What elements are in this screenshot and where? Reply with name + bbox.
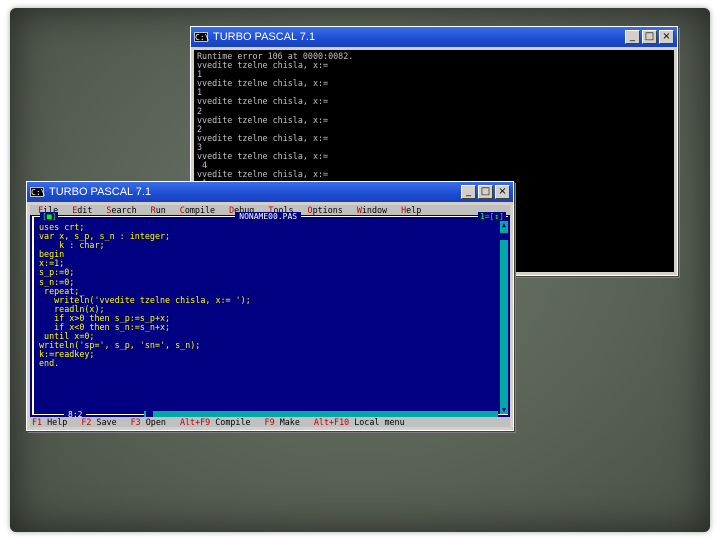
console-line: vvedite tzelne chisla, x:= — [197, 78, 329, 89]
editor-close-box[interactable]: [■] — [40, 211, 59, 221]
status-key: F9 — [264, 417, 275, 427]
ide-close-button[interactable]: × — [495, 185, 510, 199]
code-line[interactable]: end. — [39, 359, 498, 368]
ide-window-title: TURBO PASCAL 7.1 — [49, 186, 152, 198]
code-line[interactable]: var x, s_p, s_n : integer; — [39, 231, 498, 241]
console-app-icon: C:\ — [194, 32, 210, 42]
ide-minimize-button[interactable]: _ — [461, 185, 476, 199]
console-line: vvedite tzelne chisla, x:= — [197, 60, 329, 71]
code-line[interactable]: writeln('sp=', s_p, 'sn=', s_n); — [39, 341, 498, 350]
vertical-scroll-thumb[interactable] — [500, 233, 508, 240]
console-minimize-button[interactable]: _ — [625, 30, 640, 44]
status-label: Help — [47, 417, 68, 427]
console-titlebar[interactable]: C:\ TURBO PASCAL 7.1 _ □ × — [191, 27, 677, 47]
console-close-button[interactable]: × — [659, 30, 674, 44]
status-shortcut[interactable]: F3 Open — [131, 417, 166, 427]
status-shortcut[interactable]: Alt+F9 Compile — [180, 417, 251, 427]
ide-app-icon: C:\ — [30, 187, 46, 197]
status-shortcut[interactable]: F1 Help — [32, 417, 67, 427]
status-label: Make — [279, 417, 300, 427]
ide-window[interactable]: C:\ TURBO PASCAL 7.1 _ □ × File Edit Searc… — [26, 181, 514, 431]
code-line[interactable]: writeln('vvedite tzelne chisla, x:= '); — [39, 295, 498, 305]
editor-frame-top: [■] NONAME00.PAS 1=[↕] — [34, 211, 508, 221]
code-line[interactable]: s_p:=0; — [39, 268, 498, 277]
ide-body: File Edit Search Run Compile Debug Tools Option… — [30, 205, 510, 427]
console-maximize-button[interactable]: □ — [642, 30, 657, 44]
console-line: vvedite tzelne chisla, x:= — [197, 132, 329, 143]
code-line[interactable]: s_n:=0; — [39, 277, 498, 287]
status-label: Open — [145, 417, 166, 427]
code-line[interactable]: k : char; — [39, 241, 498, 250]
ide-titlebar[interactable]: C:\ TURBO PASCAL 7.1 _ □ × — [27, 182, 513, 202]
editor-window[interactable]: [■] NONAME00.PAS 1=[↕] uses crt; var x, s… — [32, 211, 508, 419]
vertical-scrollbar[interactable]: ▲ ▼ — [500, 221, 508, 414]
code-line[interactable]: begin — [39, 250, 498, 259]
status-key: F1 — [32, 417, 43, 427]
status-label: Compile — [215, 417, 251, 427]
code-line[interactable]: if x<0 then s_n:=s_n+x; — [39, 322, 498, 332]
console-line: vvedite tzelne chisla, x:= — [197, 169, 329, 180]
status-key: Alt+F10 — [313, 417, 350, 427]
scroll-up-arrow-icon[interactable]: ▲ — [500, 221, 508, 229]
ide-maximize-button[interactable]: □ — [478, 185, 493, 199]
code-line[interactable]: x:=1; — [39, 259, 498, 268]
status-key: F2 — [81, 417, 92, 427]
status-shortcut[interactable]: Alt+F10 Local menu — [314, 417, 405, 427]
ide-statusbar: F1 Help F2 Save F3 Open Alt+F9 Compile F9 Ma… — [30, 417, 510, 427]
console-line: vvedite tzelne chisla, x:= — [197, 151, 329, 162]
editor-file-name: NONAME00.PAS — [235, 211, 302, 221]
editor-zoom-control[interactable]: 1=[↕] — [477, 211, 506, 221]
console-line: vvedite tzelne chisla, x:= — [197, 96, 329, 107]
console-line: vvedite tzelne chisla, x:= — [197, 114, 329, 125]
status-label: Local menu — [354, 417, 405, 427]
status-shortcut[interactable]: F9 Make — [265, 417, 300, 427]
status-shortcut[interactable]: F2 Save — [81, 417, 116, 427]
status-key: Alt+F9 — [179, 417, 211, 427]
status-label: Save — [96, 417, 117, 427]
status-key: F3 — [130, 417, 141, 427]
console-window-title: TURBO PASCAL 7.1 — [213, 31, 316, 43]
code-editor[interactable]: uses crt; var x, s_p, s_n : integer; k : … — [39, 222, 498, 369]
code-line[interactable]: k:=readkey; — [39, 350, 498, 359]
